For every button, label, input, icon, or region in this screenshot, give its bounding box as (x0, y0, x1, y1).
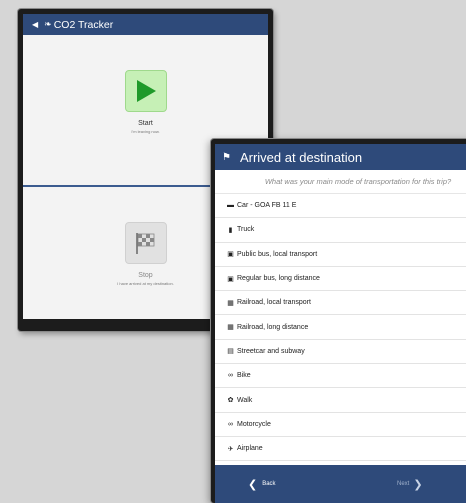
option-car[interactable]: ▬ Car - GOA FB 11 E (215, 194, 466, 219)
stop-button[interactable] (124, 222, 167, 264)
option-airplane[interactable]: ✈ Airplane (215, 437, 466, 462)
stop-label: Stop (138, 272, 153, 279)
option-railroad-local[interactable]: ▦ Railroad, local transport (215, 291, 466, 316)
stop-subtext: I have arrived at my destination. (117, 281, 174, 286)
option-label: Truck (237, 226, 255, 234)
option-label: Regular bus, long distance (237, 275, 320, 283)
app-title: CO2 Tracker (53, 18, 114, 31)
dialog-screen: ⚑ Arrived at destination ☰ What was your… (215, 144, 466, 503)
next-label: Next (397, 481, 410, 487)
option-label: Streetcar and subway (237, 347, 305, 355)
leaf-icon: ❧ (44, 19, 52, 29)
option-truck[interactable]: ▮ Truck (215, 218, 466, 243)
arrow-left-icon: ❮ (248, 478, 258, 491)
bus-icon: ▣ (227, 275, 234, 283)
option-label: Airplane (237, 445, 263, 453)
next-button[interactable]: Next ❯ (397, 478, 423, 491)
bus-icon: ▣ (227, 251, 234, 259)
option-label: Motorcycle (237, 420, 271, 428)
option-railroad-long[interactable]: ▦ Railroad, long distance (215, 315, 466, 340)
option-public-bus[interactable]: ▣ Public bus, local transport (215, 243, 466, 267)
dialog-tablet: ⚑ Arrived at destination ☰ What was your… (211, 139, 466, 503)
transport-question: What was your main mode of transportatio… (215, 170, 466, 194)
train-icon: ▦ (227, 324, 234, 332)
dialog-title: Arrived at destination (239, 149, 363, 165)
dialog-footer: ❮ Back Next ❯ (215, 465, 466, 503)
option-motorcycle[interactable]: ∞ Motorcycle (215, 413, 466, 437)
option-streetcar[interactable]: ▤ Streetcar and subway (215, 340, 466, 365)
option-label: Car - GOA FB 11 E (237, 202, 297, 210)
tracker-header: ◀ ❧ CO2 Tracker (23, 14, 268, 35)
back-chevron-icon[interactable]: ◀ (32, 20, 38, 29)
option-regular-bus[interactable]: ▣ Regular bus, long distance (215, 267, 466, 292)
car-icon: ▬ (227, 202, 234, 210)
airplane-icon: ✈ (227, 445, 234, 453)
checkered-flag-icon (135, 233, 154, 254)
dialog-header: ⚑ Arrived at destination ☰ (215, 144, 466, 170)
tram-icon: ▤ (227, 348, 234, 356)
option-walk[interactable]: ✿ Walk (215, 388, 466, 413)
start-label: Start (138, 120, 153, 127)
start-button[interactable] (124, 70, 167, 112)
option-label: Bike (237, 372, 251, 380)
start-subtext: I'm leaving now. (131, 129, 160, 134)
bike-icon: ∞ (228, 372, 233, 380)
arrow-right-icon: ❯ (413, 478, 423, 491)
play-icon (136, 80, 156, 102)
motorcycle-icon: ∞ (228, 420, 233, 428)
train-icon: ▦ (227, 299, 234, 307)
truck-icon: ▮ (228, 226, 233, 234)
back-label: Back (262, 481, 276, 487)
option-label: Railroad, long distance (237, 323, 309, 331)
flag-icon: ⚑ (222, 151, 231, 163)
option-label: Public bus, local transport (237, 250, 318, 258)
option-label: Walk (237, 396, 253, 404)
transport-options-list: ▬ Car - GOA FB 11 E ▮ Truck ▣ Public bus… (215, 194, 466, 462)
walk-icon: ✿ (227, 397, 234, 405)
option-bike[interactable]: ∞ Bike (215, 364, 466, 389)
option-label: Railroad, local transport (237, 299, 311, 307)
back-button[interactable]: ❮ Back (248, 478, 276, 491)
